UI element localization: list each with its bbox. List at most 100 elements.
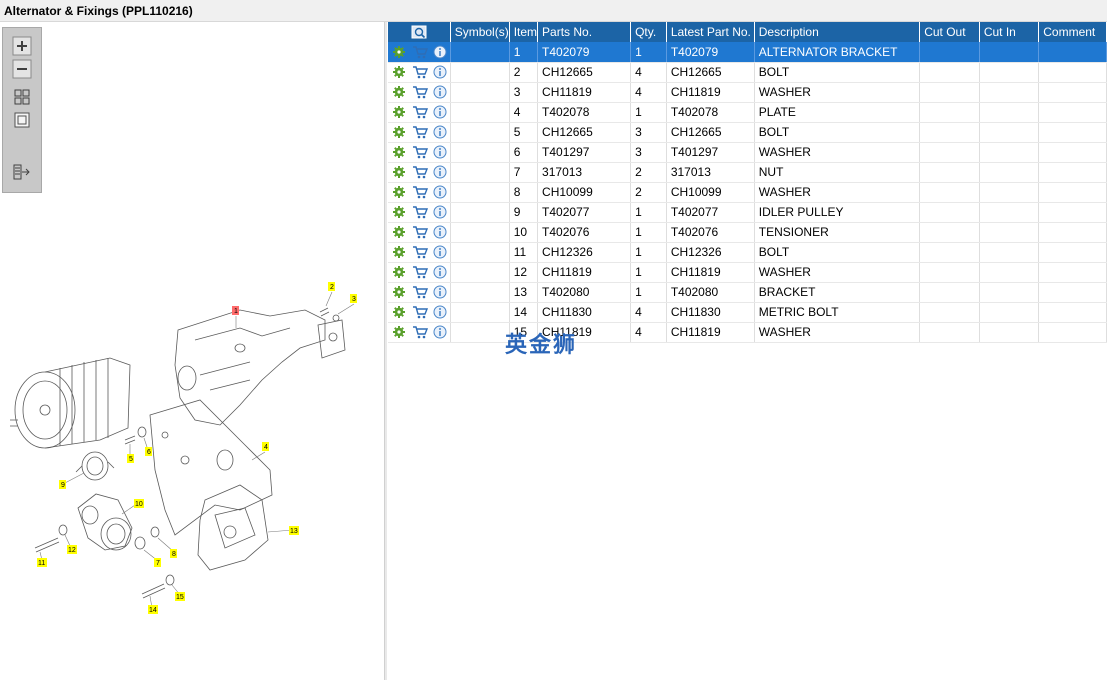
cart-icon[interactable] [412, 285, 429, 299]
column-header-cut-out[interactable]: Cut Out [919, 22, 980, 42]
gear-icon[interactable] [392, 85, 406, 99]
gear-icon[interactable] [392, 205, 406, 219]
grid-header: Symbol(s) Item Parts No. Qty. Latest Par… [388, 22, 1107, 42]
table-row[interactable]: 1 T402079 1 T402079 ALTERNATOR BRACKET [388, 42, 1107, 63]
column-header-parts-no[interactable]: Parts No. [537, 22, 632, 42]
cart-icon[interactable] [412, 245, 429, 259]
cell-parts-no: CH11819 [537, 82, 632, 103]
parts-grid: Symbol(s) Item Parts No. Qty. Latest Par… [388, 22, 1107, 680]
column-header-description[interactable]: Description [754, 22, 921, 42]
cart-icon[interactable] [412, 225, 429, 239]
cart-icon[interactable] [412, 45, 429, 59]
row-actions [388, 182, 451, 203]
info-icon[interactable] [433, 205, 447, 219]
table-row[interactable]: 5 CH12665 3 CH12665 BOLT [388, 122, 1107, 143]
cell-qty: 4 [630, 302, 667, 323]
cell-symbols [450, 282, 510, 303]
cart-icon[interactable] [412, 205, 429, 219]
info-icon[interactable] [433, 165, 447, 179]
gear-icon[interactable] [392, 285, 406, 299]
info-icon[interactable] [433, 145, 447, 159]
cell-description: WASHER [754, 182, 921, 203]
table-row[interactable]: 8 CH10099 2 CH10099 WASHER [388, 182, 1107, 203]
column-header-comment[interactable]: Comment [1038, 22, 1107, 42]
gear-icon[interactable] [392, 245, 406, 259]
gear-icon[interactable] [392, 125, 406, 139]
grid-search-icon[interactable] [411, 25, 427, 39]
info-icon[interactable] [433, 265, 447, 279]
callout-10: 10 [135, 501, 143, 508]
gear-icon[interactable] [392, 185, 406, 199]
cart-icon[interactable] [412, 65, 429, 79]
info-icon[interactable] [433, 65, 447, 79]
cell-item: 6 [509, 142, 539, 163]
cell-description: WASHER [754, 82, 921, 103]
fit-all-icon[interactable] [12, 87, 32, 107]
list-export-icon[interactable] [12, 162, 32, 182]
table-row[interactable]: 11 CH12326 1 CH12326 BOLT [388, 242, 1107, 263]
info-icon[interactable] [433, 325, 447, 339]
row-actions [388, 302, 451, 323]
table-row[interactable]: 3 CH11819 4 CH11819 WASHER [388, 82, 1107, 103]
gear-icon[interactable] [392, 105, 406, 119]
cell-cut-out [919, 162, 980, 183]
column-header-qty[interactable]: Qty. [630, 22, 667, 42]
info-icon[interactable] [433, 45, 447, 59]
info-icon[interactable] [433, 245, 447, 259]
cart-icon[interactable] [412, 165, 429, 179]
cell-item: 14 [509, 302, 539, 323]
row-actions [388, 62, 451, 83]
info-icon[interactable] [433, 305, 447, 319]
table-row[interactable]: 2 CH12665 4 CH12665 BOLT [388, 62, 1107, 83]
table-row[interactable]: 14 CH11830 4 CH11830 METRIC BOLT [388, 302, 1107, 323]
table-row[interactable]: 9 T402077 1 T402077 IDLER PULLEY [388, 202, 1107, 223]
info-icon[interactable] [433, 185, 447, 199]
table-row[interactable]: 10 T402076 1 T402076 TENSIONER [388, 222, 1107, 243]
column-header-latest-part-no[interactable]: Latest Part No. [666, 22, 755, 42]
gear-icon[interactable] [392, 145, 406, 159]
table-row[interactable]: 6 T401297 3 T401297 WASHER [388, 142, 1107, 163]
cart-icon[interactable] [412, 145, 429, 159]
cart-icon[interactable] [412, 105, 429, 119]
column-header-symbols[interactable]: Symbol(s) [450, 22, 510, 42]
cell-cut-in [979, 302, 1040, 323]
gear-icon[interactable] [392, 45, 406, 59]
gear-icon[interactable] [392, 325, 406, 339]
gear-icon[interactable] [392, 305, 406, 319]
cart-icon[interactable] [412, 185, 429, 199]
column-header-actions[interactable] [388, 22, 451, 42]
info-icon[interactable] [433, 125, 447, 139]
gear-icon[interactable] [392, 265, 406, 279]
info-icon[interactable] [433, 225, 447, 239]
info-icon[interactable] [433, 105, 447, 119]
column-header-cut-in[interactable]: Cut In [979, 22, 1040, 42]
gear-icon[interactable] [392, 225, 406, 239]
exploded-diagram[interactable]: 1 2 3 4 5 6 7 8 9 10 11 12 13 14 15 [0, 270, 384, 630]
cell-comment [1038, 242, 1107, 263]
cart-icon[interactable] [412, 85, 429, 99]
cell-description: BOLT [754, 122, 921, 143]
actual-size-icon[interactable] [12, 110, 32, 130]
row-actions [388, 102, 451, 123]
zoom-in-icon[interactable] [12, 36, 32, 56]
zoom-out-icon[interactable] [12, 59, 32, 79]
column-header-item[interactable]: Item [509, 22, 539, 42]
table-row[interactable]: 15 CH11819 4 CH11819 WASHER [388, 322, 1107, 343]
cell-cut-in [979, 322, 1040, 343]
cart-icon[interactable] [412, 305, 429, 319]
pane-splitter[interactable] [384, 22, 387, 680]
table-row[interactable]: 13 T402080 1 T402080 BRACKET [388, 282, 1107, 303]
gear-icon[interactable] [392, 165, 406, 179]
cart-icon[interactable] [412, 325, 429, 339]
callout-9: 9 [61, 482, 65, 489]
cell-cut-in [979, 162, 1040, 183]
gear-icon[interactable] [392, 65, 406, 79]
cart-icon[interactable] [412, 265, 429, 279]
cell-symbols [450, 142, 510, 163]
cart-icon[interactable] [412, 125, 429, 139]
info-icon[interactable] [433, 285, 447, 299]
table-row[interactable]: 12 CH11819 1 CH11819 WASHER [388, 262, 1107, 283]
info-icon[interactable] [433, 85, 447, 99]
table-row[interactable]: 4 T402078 1 T402078 PLATE [388, 102, 1107, 123]
table-row[interactable]: 7 317013 2 317013 NUT [388, 162, 1107, 183]
